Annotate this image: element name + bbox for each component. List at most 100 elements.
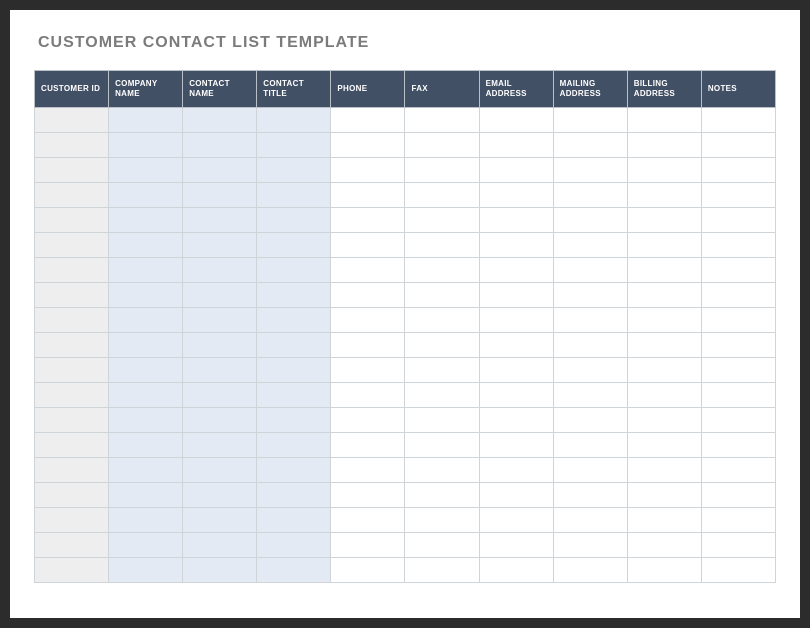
table-cell[interactable] (701, 158, 775, 183)
table-cell[interactable] (35, 108, 109, 133)
table-cell[interactable] (627, 483, 701, 508)
table-cell[interactable] (331, 358, 405, 383)
table-cell[interactable] (701, 233, 775, 258)
table-cell[interactable] (405, 233, 479, 258)
table-cell[interactable] (701, 508, 775, 533)
table-cell[interactable] (479, 458, 553, 483)
table-cell[interactable] (331, 108, 405, 133)
table-cell[interactable] (35, 283, 109, 308)
table-cell[interactable] (405, 533, 479, 558)
table-cell[interactable] (257, 558, 331, 583)
table-cell[interactable] (553, 108, 627, 133)
table-cell[interactable] (627, 308, 701, 333)
table-cell[interactable] (405, 183, 479, 208)
table-cell[interactable] (35, 258, 109, 283)
table-cell[interactable] (479, 233, 553, 258)
table-cell[interactable] (479, 508, 553, 533)
table-cell[interactable] (405, 333, 479, 358)
table-cell[interactable] (331, 333, 405, 358)
table-cell[interactable] (109, 183, 183, 208)
table-cell[interactable] (627, 408, 701, 433)
table-cell[interactable] (701, 558, 775, 583)
table-cell[interactable] (627, 433, 701, 458)
table-cell[interactable] (479, 258, 553, 283)
table-cell[interactable] (183, 508, 257, 533)
table-cell[interactable] (701, 133, 775, 158)
table-cell[interactable] (183, 433, 257, 458)
table-cell[interactable] (183, 108, 257, 133)
table-cell[interactable] (257, 108, 331, 133)
table-cell[interactable] (405, 508, 479, 533)
table-cell[interactable] (109, 233, 183, 258)
table-cell[interactable] (109, 408, 183, 433)
table-cell[interactable] (405, 133, 479, 158)
table-cell[interactable] (35, 458, 109, 483)
table-cell[interactable] (257, 433, 331, 458)
table-cell[interactable] (331, 283, 405, 308)
table-cell[interactable] (405, 208, 479, 233)
table-cell[interactable] (701, 433, 775, 458)
table-cell[interactable] (183, 258, 257, 283)
table-cell[interactable] (331, 533, 405, 558)
table-cell[interactable] (479, 533, 553, 558)
table-cell[interactable] (553, 133, 627, 158)
table-cell[interactable] (257, 508, 331, 533)
table-cell[interactable] (331, 433, 405, 458)
table-cell[interactable] (479, 158, 553, 183)
table-cell[interactable] (35, 408, 109, 433)
table-cell[interactable] (35, 483, 109, 508)
table-cell[interactable] (109, 158, 183, 183)
table-cell[interactable] (331, 508, 405, 533)
table-cell[interactable] (553, 283, 627, 308)
table-cell[interactable] (257, 408, 331, 433)
table-cell[interactable] (627, 383, 701, 408)
table-cell[interactable] (627, 333, 701, 358)
table-cell[interactable] (553, 483, 627, 508)
table-cell[interactable] (479, 358, 553, 383)
table-cell[interactable] (331, 233, 405, 258)
table-cell[interactable] (183, 533, 257, 558)
table-cell[interactable] (553, 433, 627, 458)
table-cell[interactable] (183, 383, 257, 408)
table-cell[interactable] (553, 158, 627, 183)
table-cell[interactable] (257, 258, 331, 283)
table-cell[interactable] (183, 158, 257, 183)
table-cell[interactable] (701, 258, 775, 283)
table-cell[interactable] (701, 458, 775, 483)
table-cell[interactable] (701, 283, 775, 308)
table-cell[interactable] (553, 183, 627, 208)
table-cell[interactable] (35, 233, 109, 258)
table-cell[interactable] (35, 308, 109, 333)
table-cell[interactable] (627, 508, 701, 533)
table-cell[interactable] (183, 283, 257, 308)
table-cell[interactable] (109, 383, 183, 408)
table-cell[interactable] (331, 408, 405, 433)
table-cell[interactable] (627, 458, 701, 483)
table-cell[interactable] (627, 133, 701, 158)
table-cell[interactable] (405, 283, 479, 308)
table-cell[interactable] (405, 433, 479, 458)
table-cell[interactable] (553, 508, 627, 533)
table-cell[interactable] (35, 433, 109, 458)
table-cell[interactable] (479, 308, 553, 333)
table-cell[interactable] (479, 133, 553, 158)
table-cell[interactable] (257, 133, 331, 158)
table-cell[interactable] (331, 483, 405, 508)
table-cell[interactable] (35, 333, 109, 358)
table-cell[interactable] (183, 208, 257, 233)
table-cell[interactable] (109, 333, 183, 358)
table-cell[interactable] (553, 458, 627, 483)
table-cell[interactable] (479, 333, 553, 358)
table-cell[interactable] (331, 258, 405, 283)
table-cell[interactable] (553, 233, 627, 258)
table-cell[interactable] (183, 358, 257, 383)
table-cell[interactable] (627, 233, 701, 258)
table-cell[interactable] (109, 258, 183, 283)
table-cell[interactable] (109, 433, 183, 458)
table-cell[interactable] (183, 408, 257, 433)
table-cell[interactable] (627, 208, 701, 233)
table-cell[interactable] (405, 258, 479, 283)
table-cell[interactable] (109, 108, 183, 133)
table-cell[interactable] (183, 183, 257, 208)
table-cell[interactable] (701, 383, 775, 408)
